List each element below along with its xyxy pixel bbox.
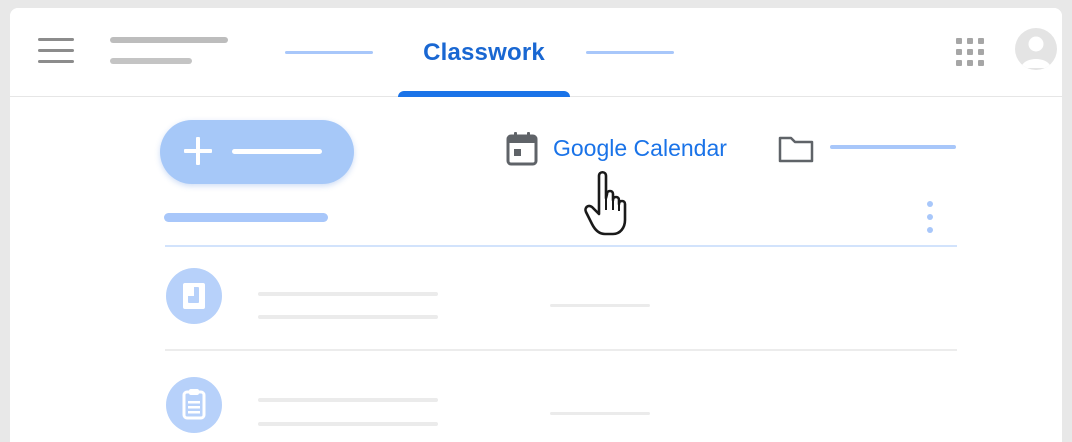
tab-classwork[interactable]: Classwork <box>398 8 570 97</box>
clipboard-icon <box>166 377 222 433</box>
classroom-window: Classwork Google Calendar <box>10 8 1062 442</box>
google-calendar-link[interactable]: Google Calendar <box>506 126 751 170</box>
item-subtitle-placeholder <box>258 422 438 426</box>
list-item[interactable] <box>160 266 960 346</box>
list-item[interactable] <box>160 370 960 442</box>
google-calendar-label: Google Calendar <box>553 135 727 161</box>
plus-icon <box>184 137 212 165</box>
tab-stream-placeholder[interactable] <box>285 51 373 54</box>
topic-divider <box>165 245 957 247</box>
tab-people-placeholder[interactable] <box>586 51 674 54</box>
item-title-placeholder <box>258 292 438 296</box>
folder-label-placeholder <box>830 145 956 149</box>
account-avatar[interactable] <box>1015 28 1057 70</box>
class-title-placeholder <box>110 37 228 43</box>
topic-title-placeholder <box>164 213 328 222</box>
calendar-icon <box>506 132 538 166</box>
item-subtitle-placeholder <box>258 315 438 319</box>
person-icon <box>1021 36 1051 68</box>
row-divider <box>165 349 957 351</box>
assignment-icon <box>166 268 222 324</box>
apps-grid-icon[interactable] <box>956 38 984 66</box>
class-drive-folder-button[interactable] <box>778 133 958 165</box>
more-vert-icon[interactable] <box>920 198 940 236</box>
item-date-placeholder <box>550 304 650 307</box>
create-label-placeholder <box>232 149 322 154</box>
tab-active-indicator <box>398 91 570 97</box>
tab-classwork-label: Classwork <box>423 39 545 66</box>
folder-icon <box>778 136 814 163</box>
item-date-placeholder <box>550 412 650 415</box>
menu-icon[interactable] <box>38 38 74 64</box>
hand-pointer-cursor <box>584 170 627 236</box>
class-subtitle-placeholder <box>110 58 192 64</box>
item-title-placeholder <box>258 398 438 402</box>
app-header: Classwork <box>10 8 1062 97</box>
